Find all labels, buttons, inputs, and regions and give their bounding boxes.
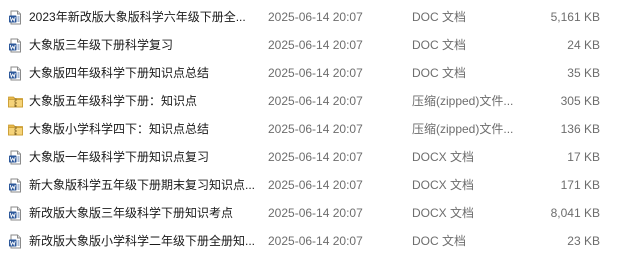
word-doc-icon <box>8 150 23 165</box>
file-type: DOC 文档 <box>412 10 467 24</box>
file-size: 171 KB <box>560 178 600 192</box>
file-type: DOCX 文档 <box>412 178 475 192</box>
file-date-modified: 2025-06-14 20:07 <box>268 206 363 220</box>
file-date-modified: 2025-06-14 20:07 <box>268 38 363 52</box>
word-doc-icon <box>8 10 23 25</box>
file-row[interactable]: 大象版三年级下册科学复习 2025-06-14 20:07 DOC 文档 24 … <box>0 31 624 59</box>
file-row[interactable]: 新改版大象版三年级科学下册知识考点 2025-06-14 20:07 DOCX … <box>0 199 624 227</box>
file-row[interactable]: 2023年新改版大象版科学六年级下册全... 2025-06-14 20:07 … <box>0 3 624 31</box>
file-list: 2023年新改版大象版科学六年级下册全... 2025-06-14 20:07 … <box>0 0 624 270</box>
file-type: DOC 文档 <box>412 38 467 52</box>
file-name: 大象版五年级科学下册：知识点 <box>29 94 198 108</box>
zip-folder-icon <box>8 94 23 109</box>
file-row[interactable]: 大象版五年级科学下册：知识点 2025-06-14 20:07 压缩(zippe… <box>0 87 624 115</box>
file-row[interactable]: 新改版大象版小学科学二年级下册全册知... 2025-06-14 20:07 D… <box>0 227 624 255</box>
file-date-modified: 2025-06-14 20:07 <box>268 150 363 164</box>
file-date-modified: 2025-06-14 20:07 <box>268 178 363 192</box>
file-row[interactable]: 新大象版科学五年级下册期末复习知识点... 2025-06-14 20:07 D… <box>0 171 624 199</box>
file-name: 大象版一年级科学下册知识点复习 <box>29 150 210 164</box>
file-date-modified: 2025-06-14 20:07 <box>268 94 363 108</box>
file-size: 5,161 KB <box>550 10 600 24</box>
file-name: 新大象版科学五年级下册期末复习知识点... <box>29 178 256 192</box>
file-size: 136 KB <box>560 122 600 136</box>
word-doc-icon <box>8 38 23 53</box>
file-type: DOC 文档 <box>412 66 467 80</box>
file-size: 35 KB <box>567 66 600 80</box>
file-size: 8,041 KB <box>550 206 600 220</box>
file-row[interactable]: 大象版小学科学四下：知识点总结 2025-06-14 20:07 压缩(zipp… <box>0 115 624 143</box>
word-doc-icon <box>8 206 23 221</box>
file-name: 新改版大象版小学科学二年级下册全册知... <box>29 234 256 248</box>
file-type: 压缩(zipped)文件... <box>412 122 514 136</box>
word-doc-icon <box>8 66 23 81</box>
word-doc-icon <box>8 234 23 249</box>
file-type: 压缩(zipped)文件... <box>412 94 514 108</box>
file-size: 23 KB <box>567 234 600 248</box>
file-date-modified: 2025-06-14 20:07 <box>268 10 363 24</box>
file-size: 24 KB <box>567 38 600 52</box>
word-doc-icon <box>8 178 23 193</box>
file-name: 新改版大象版三年级科学下册知识考点 <box>29 206 234 220</box>
file-type: DOCX 文档 <box>412 206 475 220</box>
file-name: 大象版四年级科学下册知识点总结 <box>29 66 210 80</box>
file-name: 大象版小学科学四下：知识点总结 <box>29 122 210 136</box>
file-size: 17 KB <box>567 150 600 164</box>
file-date-modified: 2025-06-14 20:07 <box>268 66 363 80</box>
file-row[interactable]: 大象版一年级科学下册知识点复习 2025-06-14 20:07 DOCX 文档… <box>0 143 624 171</box>
file-type: DOC 文档 <box>412 234 467 248</box>
file-name: 2023年新改版大象版科学六年级下册全... <box>29 10 246 24</box>
file-row[interactable]: 大象版四年级科学下册知识点总结 2025-06-14 20:07 DOC 文档 … <box>0 59 624 87</box>
file-type: DOCX 文档 <box>412 150 475 164</box>
file-size: 305 KB <box>560 94 600 108</box>
file-date-modified: 2025-06-14 20:07 <box>268 122 363 136</box>
file-date-modified: 2025-06-14 20:07 <box>268 234 363 248</box>
zip-folder-icon <box>8 122 23 137</box>
file-name: 大象版三年级下册科学复习 <box>29 38 174 52</box>
